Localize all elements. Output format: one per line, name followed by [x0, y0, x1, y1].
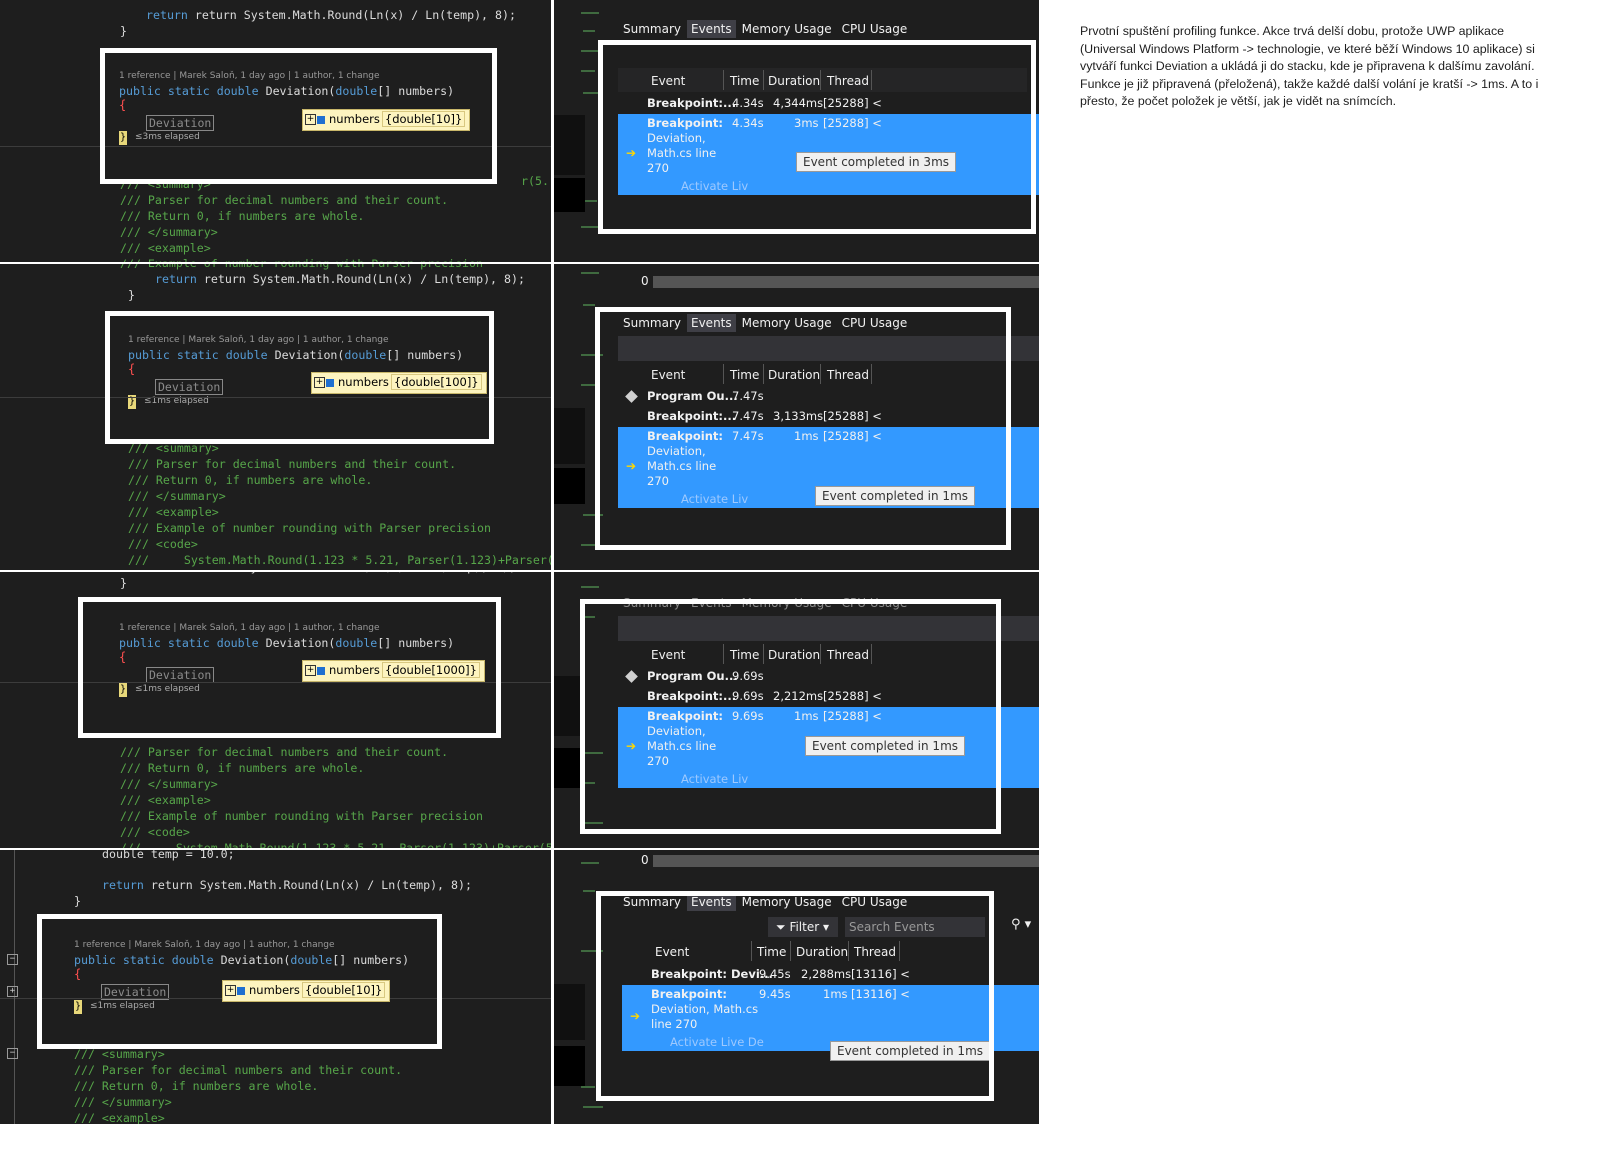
code-text: double temp = 10.0; — [102, 850, 235, 861]
comment-line: /// Parser for decimal numbers and their… — [120, 193, 449, 207]
code-return-line: return return System.Math.Round(Ln(x) / … — [102, 878, 472, 892]
code-brace: } — [128, 288, 135, 302]
comment-line: /// Example of number rounding with Pars… — [128, 521, 491, 535]
highlight-frame — [596, 891, 994, 1101]
highlight-frame — [78, 597, 501, 738]
explanation-note: Prvotní spuštění profiling funkce. Akce … — [1080, 24, 1539, 109]
comment-line: /// </summary> — [128, 489, 226, 503]
comment-line: /// Return 0, if numbers are whole. — [120, 209, 365, 223]
expand-icon[interactable]: + — [7, 986, 18, 997]
code-brace: } — [120, 24, 127, 38]
tab-events[interactable]: Events — [687, 20, 736, 38]
search-icon[interactable]: ⚲ ▾ — [1011, 917, 1031, 932]
comment-line: /// System.Math.Round(1.123 * 5.21, Pars… — [128, 553, 553, 567]
tab-bar: Summary Events Memory Usage CPU Usage — [619, 20, 913, 38]
collapse-icon[interactable]: − — [7, 954, 18, 965]
comment-line: /// <example> — [120, 241, 211, 255]
comment-line: /// Return 0, if numbers are whole. — [120, 761, 365, 775]
comment-line: /// </summary> — [74, 1095, 172, 1109]
highlight-frame — [37, 914, 442, 1049]
comment-line: /// Example of number rounding with Pars… — [120, 264, 483, 271]
comment-line: /// Parser for decimal numbers and their… — [120, 745, 449, 759]
highlight-frame — [100, 48, 497, 184]
comment-line: /// </summary> — [120, 225, 218, 239]
comment-line: /// Parser for decimal numbers and their… — [128, 457, 457, 471]
code-text: return System.Math.Round(Ln(x) / Ln(temp… — [203, 272, 525, 286]
tab-cpu-usage[interactable]: CPU Usage — [838, 20, 912, 38]
code-text: return System.Math.Round(Ln(x) / Ln(temp… — [194, 8, 516, 22]
tab-summary[interactable]: Summary — [619, 20, 685, 38]
comment-line: /// <code> — [128, 537, 198, 551]
timeline-bar — [653, 855, 1039, 867]
comment-line: /// <example> — [128, 505, 219, 519]
comment-line: /// System.Math.Round(1.123 * 5.21, Pars… — [120, 841, 553, 848]
highlight-frame — [595, 307, 1011, 550]
timeline-zero: 0 — [641, 274, 649, 288]
comment-line: /// <example> — [120, 793, 211, 807]
timeline-zero: 0 — [641, 853, 649, 867]
comment-line: /// Parser for decimal numbers and their… — [74, 1063, 403, 1077]
code-text: return System.Math.Round(Ln(x) / Ln(temp… — [150, 878, 472, 892]
tab-memory-usage[interactable]: Memory Usage — [738, 20, 836, 38]
comment-line: /// Return 0, if numbers are whole. — [128, 473, 373, 487]
code-return-line: return return System.Math.Round(Ln(x) / … — [146, 8, 516, 22]
highlight-frame — [580, 599, 1001, 834]
collapse-icon[interactable]: − — [7, 1048, 18, 1059]
code-snippet: r(5. — [521, 174, 549, 188]
code-brace: } — [120, 576, 127, 590]
highlight-frame — [598, 40, 1036, 234]
comment-line: /// Example of number rounding with Pars… — [120, 809, 483, 823]
code-return-line: return return System.Math.Round(Ln(x) / … — [146, 572, 516, 575]
highlight-frame — [105, 311, 494, 444]
timeline-bar — [653, 276, 1039, 288]
comment-line: /// <code> — [120, 825, 190, 839]
comment-line: /// <example> — [74, 1111, 165, 1124]
code-brace: } — [74, 894, 81, 908]
code-return-line: return return System.Math.Round(Ln(x) / … — [155, 272, 525, 286]
code-text: return System.Math.Round(Ln(x) / Ln(temp… — [195, 572, 516, 574]
comment-line: /// Return 0, if numbers are whole. — [74, 1079, 319, 1093]
comment-line: /// </summary> — [120, 777, 218, 791]
